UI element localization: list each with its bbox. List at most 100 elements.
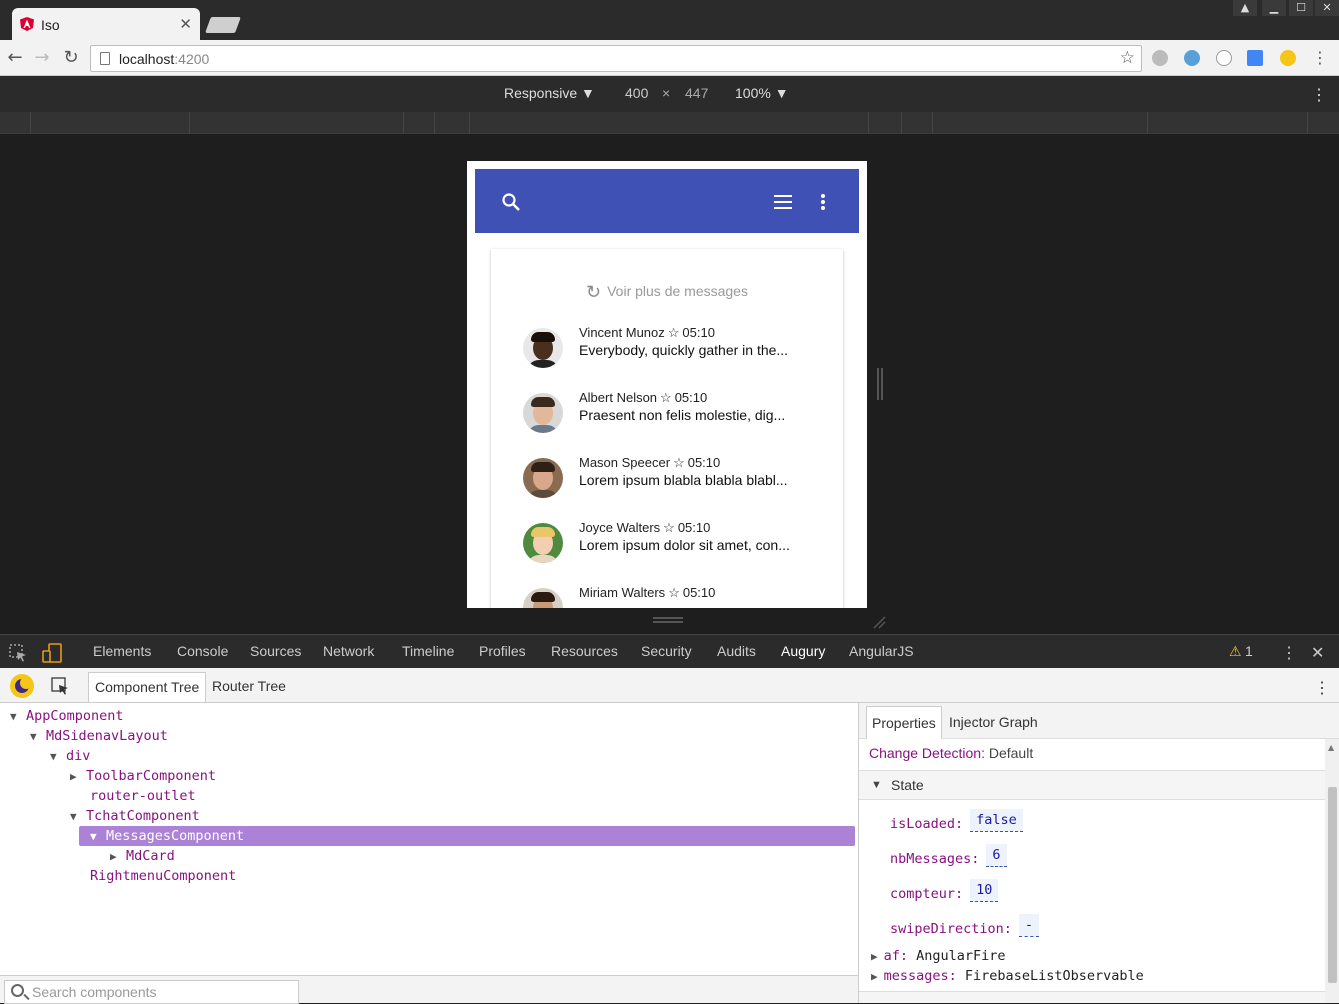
tab-angularjs[interactable]: AngularJS: [849, 643, 914, 659]
tree-node[interactable]: ▼ MdSidenavLayout: [30, 726, 168, 746]
message-item[interactable]: Mason Speecer ☆ 05:10 Lorem ipsum blabla b…: [523, 455, 823, 502]
minimize-icon[interactable]: ▁: [1262, 0, 1286, 16]
message-text: Lorem ipsum blabla blabla blabl...: [579, 472, 788, 488]
tab-injector-graph[interactable]: Injector Graph: [944, 706, 1043, 738]
tab-close-icon[interactable]: ✕: [179, 15, 192, 33]
message-item[interactable]: Vincent Munoz ☆ 05:10 Everybody, quickly g…: [523, 325, 823, 372]
browser-tab[interactable]: Iso ✕: [12, 8, 200, 40]
theme-toggle-icon[interactable]: [10, 674, 34, 698]
tab-sources[interactable]: Sources: [250, 643, 301, 659]
property-value-editor[interactable]: 10: [970, 879, 999, 902]
object-property[interactable]: ▶ af: AngularFire: [871, 948, 1006, 964]
viewport-resize-corner-icon[interactable]: [872, 615, 886, 629]
angular-ext-icon[interactable]: [1152, 50, 1168, 66]
tab-properties[interactable]: Properties: [866, 706, 942, 739]
tab-profiles[interactable]: Profiles: [479, 643, 526, 659]
inspect-element-icon[interactable]: [9, 644, 27, 662]
expand-triangle-icon[interactable]: ▼: [871, 779, 882, 791]
device-menu-icon[interactable]: ⋮: [1311, 85, 1327, 105]
new-tab-button[interactable]: [205, 17, 241, 33]
viewport-resize-handle-right[interactable]: [877, 368, 883, 400]
tab-security[interactable]: Security: [641, 643, 692, 659]
star-icon[interactable]: ☆: [668, 325, 680, 340]
maximize-icon[interactable]: ☐: [1289, 0, 1313, 16]
tab-resources[interactable]: Resources: [551, 643, 618, 659]
tree-node[interactable]: ▶ MdCard: [110, 846, 175, 866]
extension-icon[interactable]: [1216, 50, 1232, 66]
message-text: Everybody, quickly gather in the...: [579, 342, 789, 358]
properties-scrollbar[interactable]: ▲: [1325, 739, 1339, 1003]
tree-node[interactable]: ▼ TchatComponent: [70, 806, 200, 826]
message-item[interactable]: Albert Nelson ☆ 05:10 Praesent non felis m…: [523, 390, 823, 437]
tree-node-selected[interactable]: ▼ MessagesComponent: [79, 826, 855, 846]
star-icon[interactable]: ☆: [668, 585, 680, 600]
menu-icon[interactable]: [774, 195, 792, 209]
warning-count[interactable]: 1: [1245, 643, 1253, 659]
augury-ext-icon[interactable]: [1280, 50, 1296, 66]
user-icon[interactable]: ▲: [1233, 0, 1257, 16]
message-item[interactable]: Joyce Walters ☆ 05:10 Lorem ipsum dolor si…: [523, 520, 823, 567]
tree-node[interactable]: ▶ ToolbarComponent: [70, 766, 216, 786]
collapse-triangle-icon[interactable]: ▶: [70, 767, 86, 787]
star-icon[interactable]: ☆: [660, 390, 672, 405]
augury-menu-icon[interactable]: ⋮: [1308, 672, 1336, 702]
viewport-resize-handle-bottom[interactable]: [653, 617, 683, 623]
tab-audits[interactable]: Audits: [717, 643, 756, 659]
object-property[interactable]: ▶ messages: FirebaseListObservable: [871, 968, 1144, 984]
expand-triangle-icon[interactable]: ▼: [10, 707, 26, 727]
tab-component-tree[interactable]: Component Tree: [88, 672, 207, 702]
scrollbar-thumb[interactable]: [1328, 787, 1337, 983]
tab-timeline[interactable]: Timeline: [402, 643, 454, 659]
message-item[interactable]: Miriam Walters ☆ 05:10: [523, 585, 823, 608]
tree-node[interactable]: ▼ div: [50, 746, 90, 766]
devtools-close-icon[interactable]: ✕: [1311, 643, 1324, 663]
device-mode-icon[interactable]: [42, 643, 62, 663]
extension-icon[interactable]: [1184, 50, 1200, 66]
reload-icon[interactable]: ↻: [60, 47, 82, 69]
window-close-icon[interactable]: ✕: [1315, 0, 1339, 16]
select-component-icon[interactable]: [51, 677, 69, 695]
tab-console[interactable]: Console: [177, 643, 228, 659]
translate-icon[interactable]: [1247, 50, 1263, 66]
property-value-editor[interactable]: -: [1018, 914, 1040, 937]
tab-augury[interactable]: Augury: [772, 643, 834, 671]
tab-network[interactable]: Network: [323, 643, 374, 659]
device-mode-select[interactable]: Responsive ▼: [504, 85, 595, 101]
message-time: 05:10: [687, 455, 721, 470]
window-titlebar: Iso ✕ ▲ ▁ ☐ ✕: [0, 0, 1339, 40]
zoom-select[interactable]: 100% ▼: [735, 85, 789, 101]
property-value-editor[interactable]: 6: [986, 844, 1007, 867]
scroll-up-icon[interactable]: ▲: [1328, 743, 1334, 752]
devtools-menu-icon[interactable]: ⋮: [1281, 643, 1297, 663]
warning-icon[interactable]: ⚠: [1229, 643, 1242, 660]
dependencies-section-header[interactable]: [859, 991, 1325, 1003]
load-more-button[interactable]: ↻ Voir plus de messages: [491, 282, 843, 303]
search-icon[interactable]: [502, 193, 520, 211]
viewport-width-input[interactable]: 400: [625, 85, 648, 101]
chrome-menu-icon[interactable]: ⋮: [1309, 47, 1331, 69]
bookmark-star-icon[interactable]: ☆: [1120, 48, 1135, 68]
expand-triangle-icon[interactable]: ▼: [30, 727, 46, 747]
tree-node[interactable]: ▼ AppComponent: [10, 706, 124, 726]
property-value-editor[interactable]: false: [970, 809, 1023, 832]
tree-node[interactable]: router-outlet: [90, 786, 196, 806]
viewport-height-input[interactable]: 447: [685, 85, 708, 101]
tab-router-tree[interactable]: Router Tree: [206, 672, 292, 702]
collapse-triangle-icon[interactable]: ▶: [871, 970, 878, 983]
tab-elements[interactable]: Elements: [93, 643, 151, 659]
expand-triangle-icon[interactable]: ▼: [90, 827, 106, 847]
star-icon[interactable]: ☆: [673, 455, 685, 470]
state-section-header[interactable]: ▼ State: [859, 770, 1325, 800]
forward-icon[interactable]: →: [31, 47, 53, 69]
expand-triangle-icon[interactable]: ▼: [50, 747, 66, 767]
star-icon[interactable]: ☆: [663, 520, 675, 535]
change-detection-value: Default: [988, 745, 1034, 761]
search-input[interactable]: Search components: [4, 980, 299, 1004]
collapse-triangle-icon[interactable]: ▶: [110, 847, 126, 867]
collapse-triangle-icon[interactable]: ▶: [871, 950, 878, 963]
more-vert-icon[interactable]: [820, 193, 826, 211]
url-input[interactable]: localhost:4200 ☆: [90, 45, 1142, 72]
back-icon[interactable]: ←: [4, 47, 26, 69]
tree-node[interactable]: RightmenuComponent: [90, 866, 236, 886]
expand-triangle-icon[interactable]: ▼: [70, 807, 86, 827]
